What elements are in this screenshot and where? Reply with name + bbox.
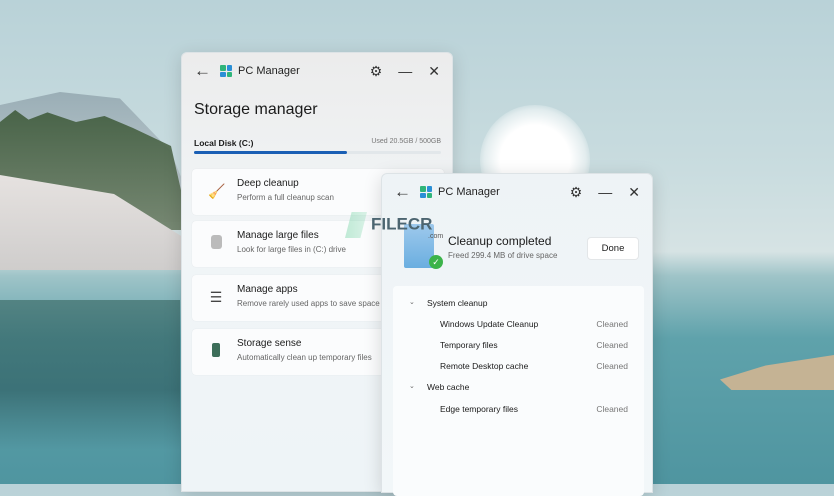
group-row[interactable]: ⌄ System cleanup (393, 298, 644, 314)
card-subtitle: Automatically clean up temporary files (237, 353, 372, 362)
card-subtitle: Perform a full cleanup scan (237, 193, 334, 202)
item-status: Cleaned (596, 319, 628, 329)
card-subtitle: Remove rarely used apps to save space (237, 299, 380, 308)
cleanup-results-list: ⌄ System cleanup Windows Update Cleanup Cl… (393, 286, 644, 496)
app-title: PC Manager (438, 186, 500, 198)
chevron-down-icon[interactable]: ⌄ (409, 382, 415, 390)
item-status: Cleaned (596, 404, 628, 414)
disk-label: Local Disk (C:) (194, 138, 254, 148)
cleanup-subtitle: Freed 299.4 MB of drive space (448, 251, 558, 260)
back-arrow-icon[interactable]: ← (194, 61, 214, 81)
watermark-text: FILECR (371, 214, 433, 234)
list-item: Edge temporary files Cleaned (393, 404, 644, 420)
file-stack-icon (208, 235, 224, 253)
settings-gear-icon[interactable]: ⚙ (570, 184, 583, 201)
group-row[interactable]: ⌄ Web cache (393, 382, 644, 398)
list-item: Remote Desktop cache Cleaned (393, 361, 644, 377)
disk-usage-bar (194, 151, 441, 154)
card-title: Manage apps (237, 284, 298, 295)
list-icon: ☰ (209, 289, 223, 305)
broom-icon: 🧹 (208, 183, 226, 199)
app-title: PC Manager (238, 65, 300, 77)
title-bar: ← PC Manager ⚙ — ✕ (382, 174, 652, 210)
close-icon[interactable]: ✕ (628, 184, 640, 201)
close-icon[interactable]: ✕ (428, 63, 440, 80)
wallpaper-reeds (720, 355, 834, 390)
card-title: Deep cleanup (237, 178, 299, 189)
minimize-icon[interactable]: — (398, 63, 412, 79)
checkmark-icon: ✓ (429, 255, 443, 269)
item-status: Cleaned (596, 340, 628, 350)
done-button[interactable]: Done (587, 237, 639, 260)
disk-usage-fill (194, 151, 348, 154)
disk-info: Local Disk (C:) Used 20.5GB / 500GB (194, 138, 441, 148)
card-title: Manage large files (237, 230, 319, 241)
item-name: Windows Update Cleanup (440, 319, 539, 329)
settings-gear-icon[interactable]: ⚙ (370, 63, 383, 80)
card-subtitle: Look for large files in (C:) drive (237, 245, 346, 254)
page-title: Storage manager (194, 101, 318, 118)
group-label: Web cache (427, 382, 470, 392)
wallpaper-reflection (0, 300, 180, 450)
back-arrow-icon[interactable]: ← (394, 182, 414, 202)
pc-manager-logo-icon (420, 186, 432, 198)
card-title: Storage sense (237, 338, 302, 349)
chevron-down-icon[interactable]: ⌄ (409, 298, 415, 306)
cleanup-title: Cleanup completed (448, 234, 552, 248)
list-item: Temporary files Cleaned (393, 340, 644, 356)
storage-icon (208, 343, 224, 361)
item-name: Temporary files (440, 340, 498, 350)
item-name: Remote Desktop cache (440, 361, 529, 371)
list-item: Windows Update Cleanup Cleaned (393, 319, 644, 335)
item-status: Cleaned (596, 361, 628, 371)
group-label: System cleanup (427, 298, 488, 308)
title-bar: ← PC Manager ⚙ — ✕ (182, 53, 452, 89)
pc-manager-logo-icon (220, 65, 232, 77)
watermark-logo-icon (345, 212, 367, 238)
watermark: FILECR .com (345, 212, 443, 240)
watermark-suffix: .com (428, 233, 444, 240)
item-name: Edge temporary files (440, 404, 518, 414)
disk-usage-text: Used 20.5GB / 500GB (371, 138, 441, 145)
minimize-icon[interactable]: — (598, 184, 612, 200)
